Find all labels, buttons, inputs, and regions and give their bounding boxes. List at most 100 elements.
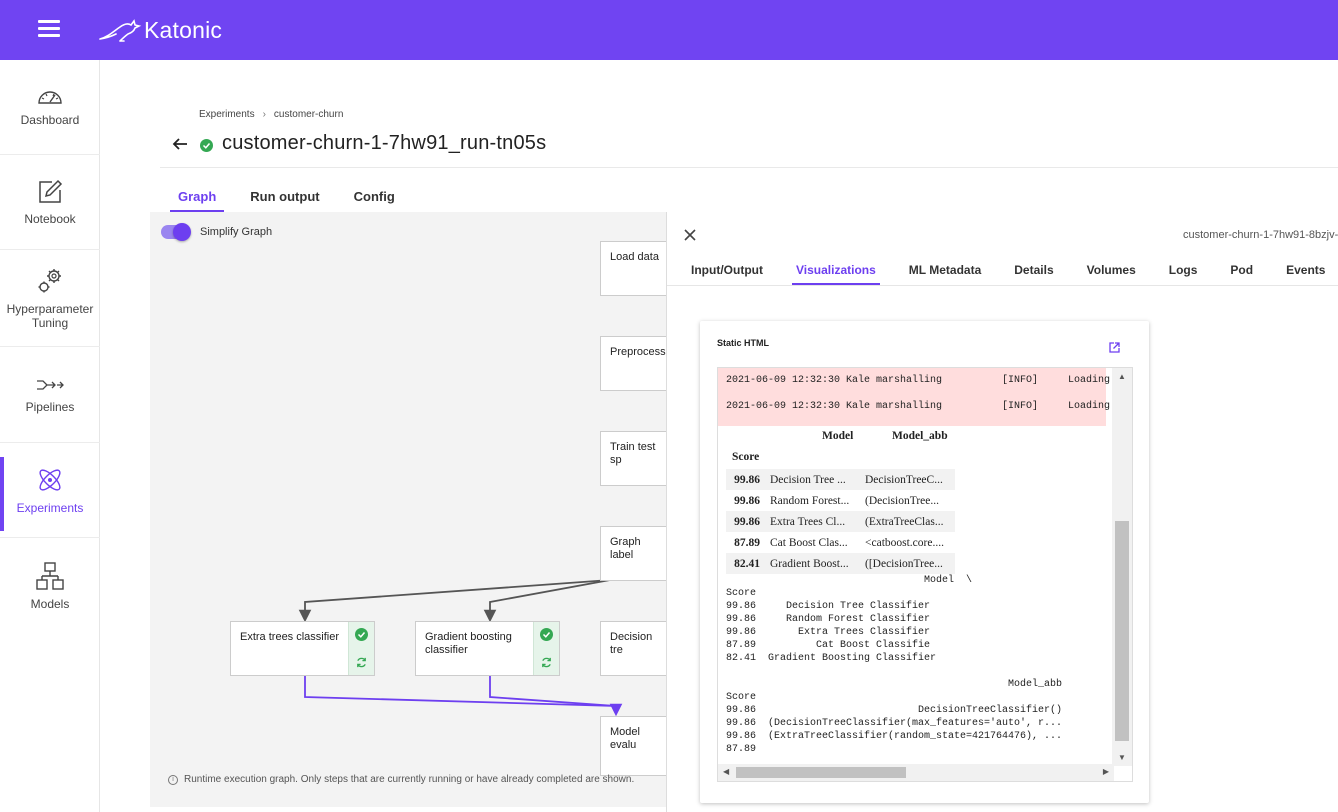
graph-edges <box>298 579 623 717</box>
model-cell: Extra Trees Cl... <box>770 515 846 528</box>
node-label: Train test sp <box>610 441 656 466</box>
tab-events[interactable]: Events <box>1286 263 1325 285</box>
model-cell: Cat Boost Clas... <box>770 536 848 549</box>
run-id-label: customer-churn-1-7hw91-8bzjv- <box>1183 229 1338 241</box>
log-line: 2021-06-09 12:32:30 Kale marshalling [IN… <box>718 368 1110 394</box>
nav-pipelines[interactable]: Pipelines <box>0 347 100 443</box>
index-header-score: Score <box>732 451 760 463</box>
chevron-right-icon: › <box>262 109 266 120</box>
nav-notebook[interactable]: Notebook <box>0 155 100 250</box>
close-icon[interactable] <box>683 228 697 242</box>
model-abb-cell: ([DecisionTree... <box>865 557 943 570</box>
edit-icon <box>39 179 63 203</box>
scroll-up-icon[interactable]: ▲ <box>1118 372 1126 381</box>
nav-hyperparameter-tuning[interactable]: Hyperparameter Tuning <box>0 250 100 347</box>
model-abb-cell: (DecisionTree... <box>865 494 939 507</box>
vertical-scroll-thumb[interactable] <box>1115 521 1129 741</box>
kangaroo-logo-icon <box>99 19 142 42</box>
node-decision-tree[interactable]: Decision tre <box>600 621 666 676</box>
atom-icon <box>39 469 61 491</box>
graph-note-text: Runtime execution graph. Only steps that… <box>184 774 635 785</box>
node-label: Model evalu <box>610 726 640 751</box>
node-extra-trees-classifier[interactable]: Extra trees classifier <box>230 621 375 676</box>
card-title: Static HTML <box>717 338 770 348</box>
breadcrumb-customer-churn[interactable]: customer-churn <box>274 109 343 120</box>
model-cell: Random Forest... <box>770 494 850 507</box>
nav-label: Experiments <box>16 501 84 515</box>
model-abb-cell: (ExtraTreeClas... <box>865 515 944 528</box>
models-icon <box>36 562 64 590</box>
breadcrumb: Experiments › customer-churn <box>199 109 343 120</box>
refresh-icon[interactable] <box>355 656 368 669</box>
title-row: customer-churn-1-7hw91_run-tn05s <box>170 132 546 155</box>
html-viewer[interactable]: 2021-06-09 12:32:30 Kale marshalling [IN… <box>717 367 1133 782</box>
horizontal-scrollbar[interactable]: ◀ ▶ <box>718 764 1114 781</box>
log-line: 2021-06-09 12:32:30 Kale marshalling [IN… <box>718 394 1110 426</box>
node-label: Load data <box>610 251 659 263</box>
hamburger-menu-icon[interactable] <box>38 20 60 40</box>
nav-label: Dashboard <box>20 113 80 127</box>
back-arrow-icon[interactable] <box>170 134 190 154</box>
table-row: 99.86 Decision Tree ... DecisionTreeC... <box>726 469 955 490</box>
nav-label: Notebook <box>24 212 76 226</box>
tab-ml-metadata[interactable]: ML Metadata <box>909 263 981 285</box>
node-label: Graph label <box>610 536 641 561</box>
success-status-icon <box>200 139 213 152</box>
horizontal-scroll-thumb[interactable] <box>736 767 906 778</box>
tab-details[interactable]: Details <box>1014 263 1053 285</box>
score-cell: 99.86 <box>734 494 760 507</box>
scroll-right-icon[interactable]: ▶ <box>1103 767 1109 776</box>
model-abb-cell: <catboost.core.... <box>865 536 944 549</box>
tab-pod[interactable]: Pod <box>1230 263 1253 285</box>
katonic-logo[interactable]: Katonic <box>98 14 222 46</box>
check-circle-icon <box>540 628 553 641</box>
scroll-down-icon[interactable]: ▼ <box>1118 753 1126 762</box>
model-abb-cell: DecisionTreeC... <box>865 473 943 486</box>
node-label: Preprocess <box>610 346 666 358</box>
tab-visualizations[interactable]: Visualizations <box>791 263 880 285</box>
node-gradient-boosting-classifier[interactable]: Gradient boosting classifier <box>415 621 560 676</box>
info-icon: i <box>168 774 178 785</box>
top-app-bar: Katonic <box>0 0 1338 60</box>
left-sidebar: Dashboard Notebook Hyperparameter Tuning… <box>0 60 100 812</box>
node-label: Decision tre <box>610 631 653 656</box>
check-circle-icon <box>355 628 368 641</box>
table-row: 99.86 Extra Trees Cl... (ExtraTreeClas..… <box>726 511 955 532</box>
column-header-model: Model <box>822 430 854 442</box>
table-row: 99.86 Random Forest... (DecisionTree... <box>726 490 955 511</box>
tab-volumes[interactable]: Volumes <box>1087 263 1136 285</box>
vertical-scrollbar[interactable]: ▲ ▼ <box>1112 368 1132 766</box>
table-row: 82.41 Gradient Boost... ([DecisionTree..… <box>726 553 955 574</box>
static-html-card: Static HTML 2021-06-09 12:32:30 Kale mar… <box>700 321 1149 803</box>
model-cell: Gradient Boost... <box>770 557 849 570</box>
page-title: customer-churn-1-7hw91_run-tn05s <box>222 132 547 154</box>
node-model-evaluation[interactable]: Model evalu <box>600 716 666 776</box>
nav-label: Hyperparameter Tuning <box>6 302 94 330</box>
nav-models[interactable]: Models <box>0 538 100 634</box>
scroll-left-icon[interactable]: ◀ <box>723 767 729 776</box>
open-in-new-icon[interactable] <box>1108 341 1121 354</box>
tab-config[interactable]: Config <box>346 189 403 212</box>
score-cell: 82.41 <box>734 557 760 570</box>
column-header-model-abb: Model_abb <box>892 430 948 442</box>
gears-icon <box>38 269 61 293</box>
tab-input-output[interactable]: Input/Output <box>691 263 763 285</box>
tab-run-output[interactable]: Run output <box>242 189 327 212</box>
node-status-strip <box>348 622 374 675</box>
refresh-icon[interactable] <box>540 656 553 669</box>
node-train-test-split[interactable]: Train test sp <box>600 431 666 486</box>
node-label: Extra trees classifier <box>240 631 340 643</box>
graph-canvas[interactable]: Simplify Graph Load data Preprocess Trai… <box>150 212 666 807</box>
node-load-data[interactable]: Load data <box>600 241 666 296</box>
score-cell: 99.86 <box>734 515 760 528</box>
node-label: Gradient boosting classifier <box>425 631 512 656</box>
tab-graph[interactable]: Graph <box>170 189 225 212</box>
gauge-icon <box>38 91 62 104</box>
node-graph-labels[interactable]: Graph label <box>600 526 666 581</box>
breadcrumb-experiments[interactable]: Experiments <box>199 109 255 120</box>
nav-dashboard[interactable]: Dashboard <box>0 60 100 155</box>
nav-label: Pipelines <box>25 399 75 414</box>
nav-experiments[interactable]: Experiments <box>0 443 100 538</box>
tab-logs[interactable]: Logs <box>1169 263 1198 285</box>
node-preprocess[interactable]: Preprocess <box>600 336 666 391</box>
